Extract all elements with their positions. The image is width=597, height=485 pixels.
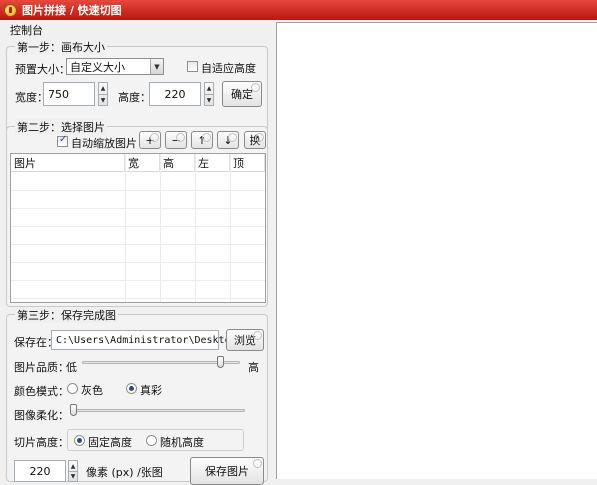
save-image-button[interactable]: 保存图片 (190, 457, 264, 485)
swirl-icon (253, 459, 262, 468)
image-list-table[interactable]: 图片 宽 高 左 顶 (10, 153, 266, 303)
slice-random-radio[interactable] (146, 435, 157, 446)
auto-height-label: 自适应高度 (201, 62, 256, 75)
swirl-icon (255, 133, 264, 142)
grid-line (160, 154, 161, 302)
width-input[interactable]: 750 (43, 82, 95, 106)
grid-line (11, 280, 265, 281)
chevron-down-icon[interactable]: ▼ (150, 59, 163, 74)
grid-line (11, 208, 265, 209)
quality-label: 图片品质： (14, 361, 69, 374)
grid-line (11, 298, 265, 299)
preset-select[interactable]: 自定义大小 ▼ (66, 58, 164, 75)
quality-low-label: 低 (66, 361, 77, 374)
swap-button[interactable]: 换 (244, 131, 266, 149)
spin-up-icon[interactable]: ▲ (205, 83, 213, 94)
spin-up-icon[interactable]: ▲ (99, 83, 107, 94)
color-gray-radio[interactable] (67, 383, 78, 394)
swirl-icon (202, 133, 211, 142)
save-path-value: C:\Users\Administrator\Desktop (56, 334, 237, 346)
slice-height-label: 切片高度： (14, 436, 69, 449)
color-gray-label: 灰色 (81, 384, 103, 397)
color-true-label: 真彩 (140, 384, 162, 397)
preset-label: 预置大小： (15, 63, 70, 76)
width-spinner[interactable]: ▲ ▼ (98, 82, 108, 106)
window-title: 图片拼接 / 快速切图 (22, 4, 122, 17)
step2-title: 第二步：选择图片 (15, 119, 107, 135)
column-header-image[interactable]: 图片 (11, 154, 125, 172)
swirl-icon (150, 133, 159, 142)
swirl-icon (253, 331, 262, 340)
grid-line (11, 226, 265, 227)
grid-line (195, 154, 196, 302)
auto-height-checkbox[interactable] (187, 61, 198, 72)
move-down-button[interactable]: ↓ (217, 131, 239, 149)
swirl-icon (228, 133, 237, 142)
grid-line (265, 154, 266, 302)
width-value: 750 (48, 87, 69, 101)
swirl-icon (176, 133, 185, 142)
soften-label: 图像柔化： (14, 409, 69, 422)
spin-down-icon[interactable]: ▼ (69, 471, 77, 481)
quality-slider-thumb[interactable] (217, 356, 224, 368)
slice-fixed-label: 固定高度 (88, 436, 132, 449)
step3-title: 第三步：保存完成图 (15, 307, 118, 323)
slice-random-label: 随机高度 (160, 436, 204, 449)
slice-height-value: 220 (29, 464, 51, 478)
swirl-icon (251, 83, 260, 92)
auto-scale-checkbox[interactable] (57, 134, 68, 147)
control-panel: 控制台 第一步：画布大小 预置大小： 自定义大小 ▼ 自适应高度 宽度： 750… (0, 20, 274, 485)
column-header-width[interactable]: 宽 (125, 154, 160, 172)
step1-title: 第一步：画布大小 (15, 39, 107, 55)
confirm-button[interactable]: 确定 (222, 81, 262, 107)
save-path-input[interactable]: C:\Users\Administrator\Desktop (51, 330, 237, 350)
grid-line (230, 154, 231, 302)
height-input[interactable]: 220 (149, 82, 201, 106)
grid-line (11, 190, 265, 191)
spin-down-icon[interactable]: ▼ (99, 94, 107, 105)
color-true-radio[interactable] (126, 383, 137, 394)
column-header-top[interactable]: 顶 (230, 154, 265, 172)
grid-line (11, 262, 265, 263)
preset-value: 自定义大小 (70, 60, 125, 74)
slice-unit-label: 像素 (px) /张图 (86, 466, 163, 479)
slice-fixed-radio[interactable] (74, 435, 85, 446)
quality-high-label: 高 (248, 361, 259, 374)
height-value: 220 (164, 87, 186, 101)
grid-line (11, 244, 265, 245)
spin-down-icon[interactable]: ▼ (205, 94, 213, 105)
preview-canvas[interactable] (276, 22, 597, 479)
soften-slider-thumb[interactable] (70, 404, 77, 416)
grid-line (125, 154, 126, 302)
column-header-left[interactable]: 左 (195, 154, 230, 172)
move-up-button[interactable]: ↑ (191, 131, 213, 149)
spin-up-icon[interactable]: ▲ (69, 461, 77, 471)
soften-slider-track[interactable] (70, 409, 245, 412)
title-bar: 图片拼接 / 快速切图 (0, 0, 597, 20)
panel-title: 控制台 (10, 24, 43, 37)
browse-button[interactable]: 浏览 (226, 329, 264, 351)
color-mode-label: 颜色模式： (14, 385, 69, 398)
auto-scale-label: 自动缩放图片 (71, 137, 137, 150)
table-header: 图片 宽 高 左 顶 (11, 154, 265, 172)
height-label: 高度： (118, 91, 151, 104)
column-header-height[interactable]: 高 (160, 154, 195, 172)
app-icon (4, 3, 17, 17)
add-image-button[interactable]: + (139, 131, 161, 149)
height-spinner[interactable]: ▲ ▼ (204, 82, 214, 106)
remove-image-button[interactable]: − (165, 131, 187, 149)
